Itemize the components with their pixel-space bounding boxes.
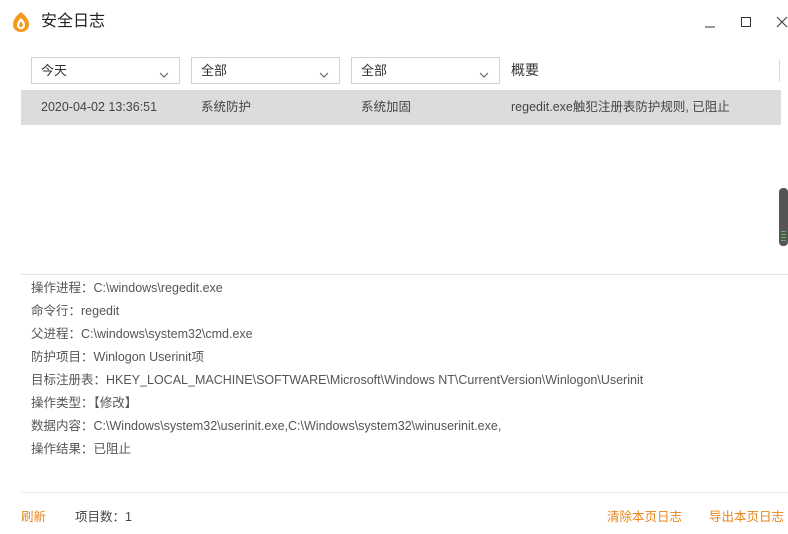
chevron-down-icon	[319, 66, 329, 84]
detail-row-op-type: 操作类型：【修改】	[31, 396, 138, 410]
row-category: 系统防护	[201, 100, 252, 114]
table-row[interactable]: 2020-04-02 13:36:51 系统防护 系统加固 regedit.ex…	[21, 90, 781, 125]
detail-row-cmdline: 命令行：regedit	[31, 304, 120, 318]
category-filter-value: 全部	[201, 63, 228, 78]
divider	[21, 274, 788, 275]
chevron-down-icon	[479, 66, 489, 84]
scrollbar-grip	[781, 231, 786, 243]
scrollbar-thumb[interactable]	[779, 188, 788, 246]
detail-row-protected-item: 防护项目：Winlogon Userinit项	[31, 350, 204, 364]
date-filter-value: 今天	[41, 63, 68, 78]
row-type: 系统加固	[361, 100, 412, 114]
refresh-link[interactable]: 刷新	[21, 509, 46, 525]
minimize-button[interactable]	[698, 10, 722, 34]
clear-page-log-link[interactable]: 清除本页日志	[607, 509, 682, 525]
row-time: 2020-04-02 13:36:51	[41, 100, 158, 114]
divider	[21, 492, 788, 493]
detail-row-process: 操作进程：C:\windows\regedit.exe	[31, 281, 223, 295]
chevron-down-icon	[159, 66, 169, 84]
close-button[interactable]	[770, 10, 788, 34]
window-title: 安全日志	[41, 13, 106, 30]
detail-row-parent: 父进程：C:\windows\system32\cmd.exe	[31, 327, 253, 341]
detail-panel: 操作进程：C:\windows\regedit.exe 命令行：regedit …	[31, 278, 643, 462]
item-count: 项目数：1	[75, 510, 132, 524]
action-filter-value: 全部	[361, 63, 388, 78]
action-filter-dropdown[interactable]: 全部	[351, 57, 500, 84]
flame-shield-icon	[12, 11, 30, 33]
filter-bar: 今天 全部 全部 概要	[21, 54, 781, 90]
export-page-log-link[interactable]: 导出本页日志	[709, 509, 784, 525]
detail-row-result: 操作结果：已阻止	[31, 442, 132, 456]
detail-row-registry: 目标注册表：HKEY_LOCAL_MACHINE\SOFTWARE\Micros…	[31, 373, 644, 387]
summary-column-header: 概要	[511, 62, 539, 78]
column-divider	[779, 60, 780, 82]
maximize-button[interactable]	[734, 10, 758, 34]
detail-row-data: 数据内容：C:\Windows\system32\userinit.exe,C:…	[31, 419, 502, 433]
category-filter-dropdown[interactable]: 全部	[191, 57, 340, 84]
date-filter-dropdown[interactable]: 今天	[31, 57, 180, 84]
row-summary: regedit.exe触犯注册表防护规则, 已阻止	[511, 100, 730, 114]
title-bar: 安全日志	[0, 0, 788, 42]
